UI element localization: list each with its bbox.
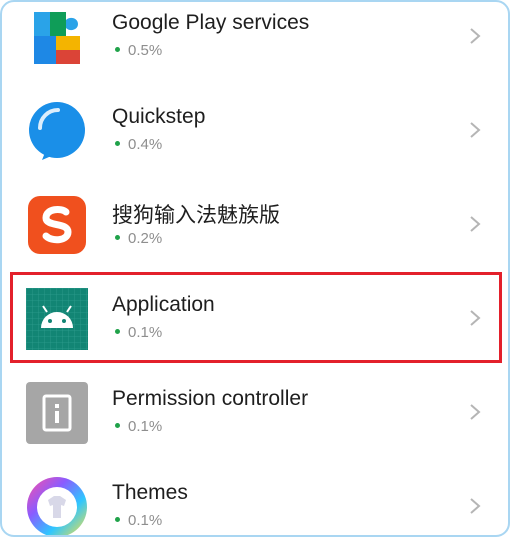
chevron-right-icon (470, 122, 481, 138)
android-icon (26, 288, 88, 350)
app-row-permission-controller[interactable]: Permission controller 0.1% (2, 364, 508, 458)
app-row-quickstep[interactable]: Quickstep 0.4% (2, 82, 508, 176)
usage-percent: 0.4% (112, 136, 162, 153)
google-play-services-icon (34, 12, 80, 64)
chevron-right-icon (470, 498, 481, 514)
permission-controller-icon (26, 382, 88, 444)
themes-icon (27, 477, 87, 535)
usage-dot (115, 235, 120, 241)
usage-percent: 0.2% (112, 230, 162, 247)
usage-dot (115, 47, 120, 53)
app-name: Google Play services (112, 11, 310, 34)
app-row-themes[interactable]: Themes 0.1% (2, 458, 508, 535)
app-row-sogou-input[interactable]: 搜狗输入法魅族版 0.2% (2, 176, 508, 270)
sogou-input-icon (28, 196, 86, 254)
usage-dot (115, 329, 120, 335)
usage-percent: 0.1% (112, 512, 162, 529)
usage-dot (115, 423, 120, 429)
app-usage-list: Google Play services 0.5% Quickstep 0.4%… (0, 0, 510, 537)
app-row-application[interactable]: Application 0.1% (2, 270, 508, 364)
usage-percent: 0.1% (112, 418, 162, 435)
usage-dot (115, 517, 120, 523)
chevron-right-icon (470, 28, 481, 44)
app-name: Quickstep (112, 105, 206, 128)
usage-percent: 0.1% (112, 324, 162, 341)
usage-dot (115, 141, 120, 147)
chevron-right-icon (470, 216, 481, 232)
app-name: Themes (112, 481, 188, 504)
usage-percent: 0.5% (112, 42, 162, 59)
chevron-right-icon (470, 310, 481, 326)
app-name: Application (112, 293, 215, 316)
quickstep-icon (29, 102, 85, 160)
chevron-right-icon (470, 404, 481, 420)
app-name: 搜狗输入法魅族版 (112, 204, 280, 227)
app-row-google-play-services[interactable]: Google Play services 0.5% (2, 2, 508, 82)
app-name: Permission controller (112, 387, 309, 410)
